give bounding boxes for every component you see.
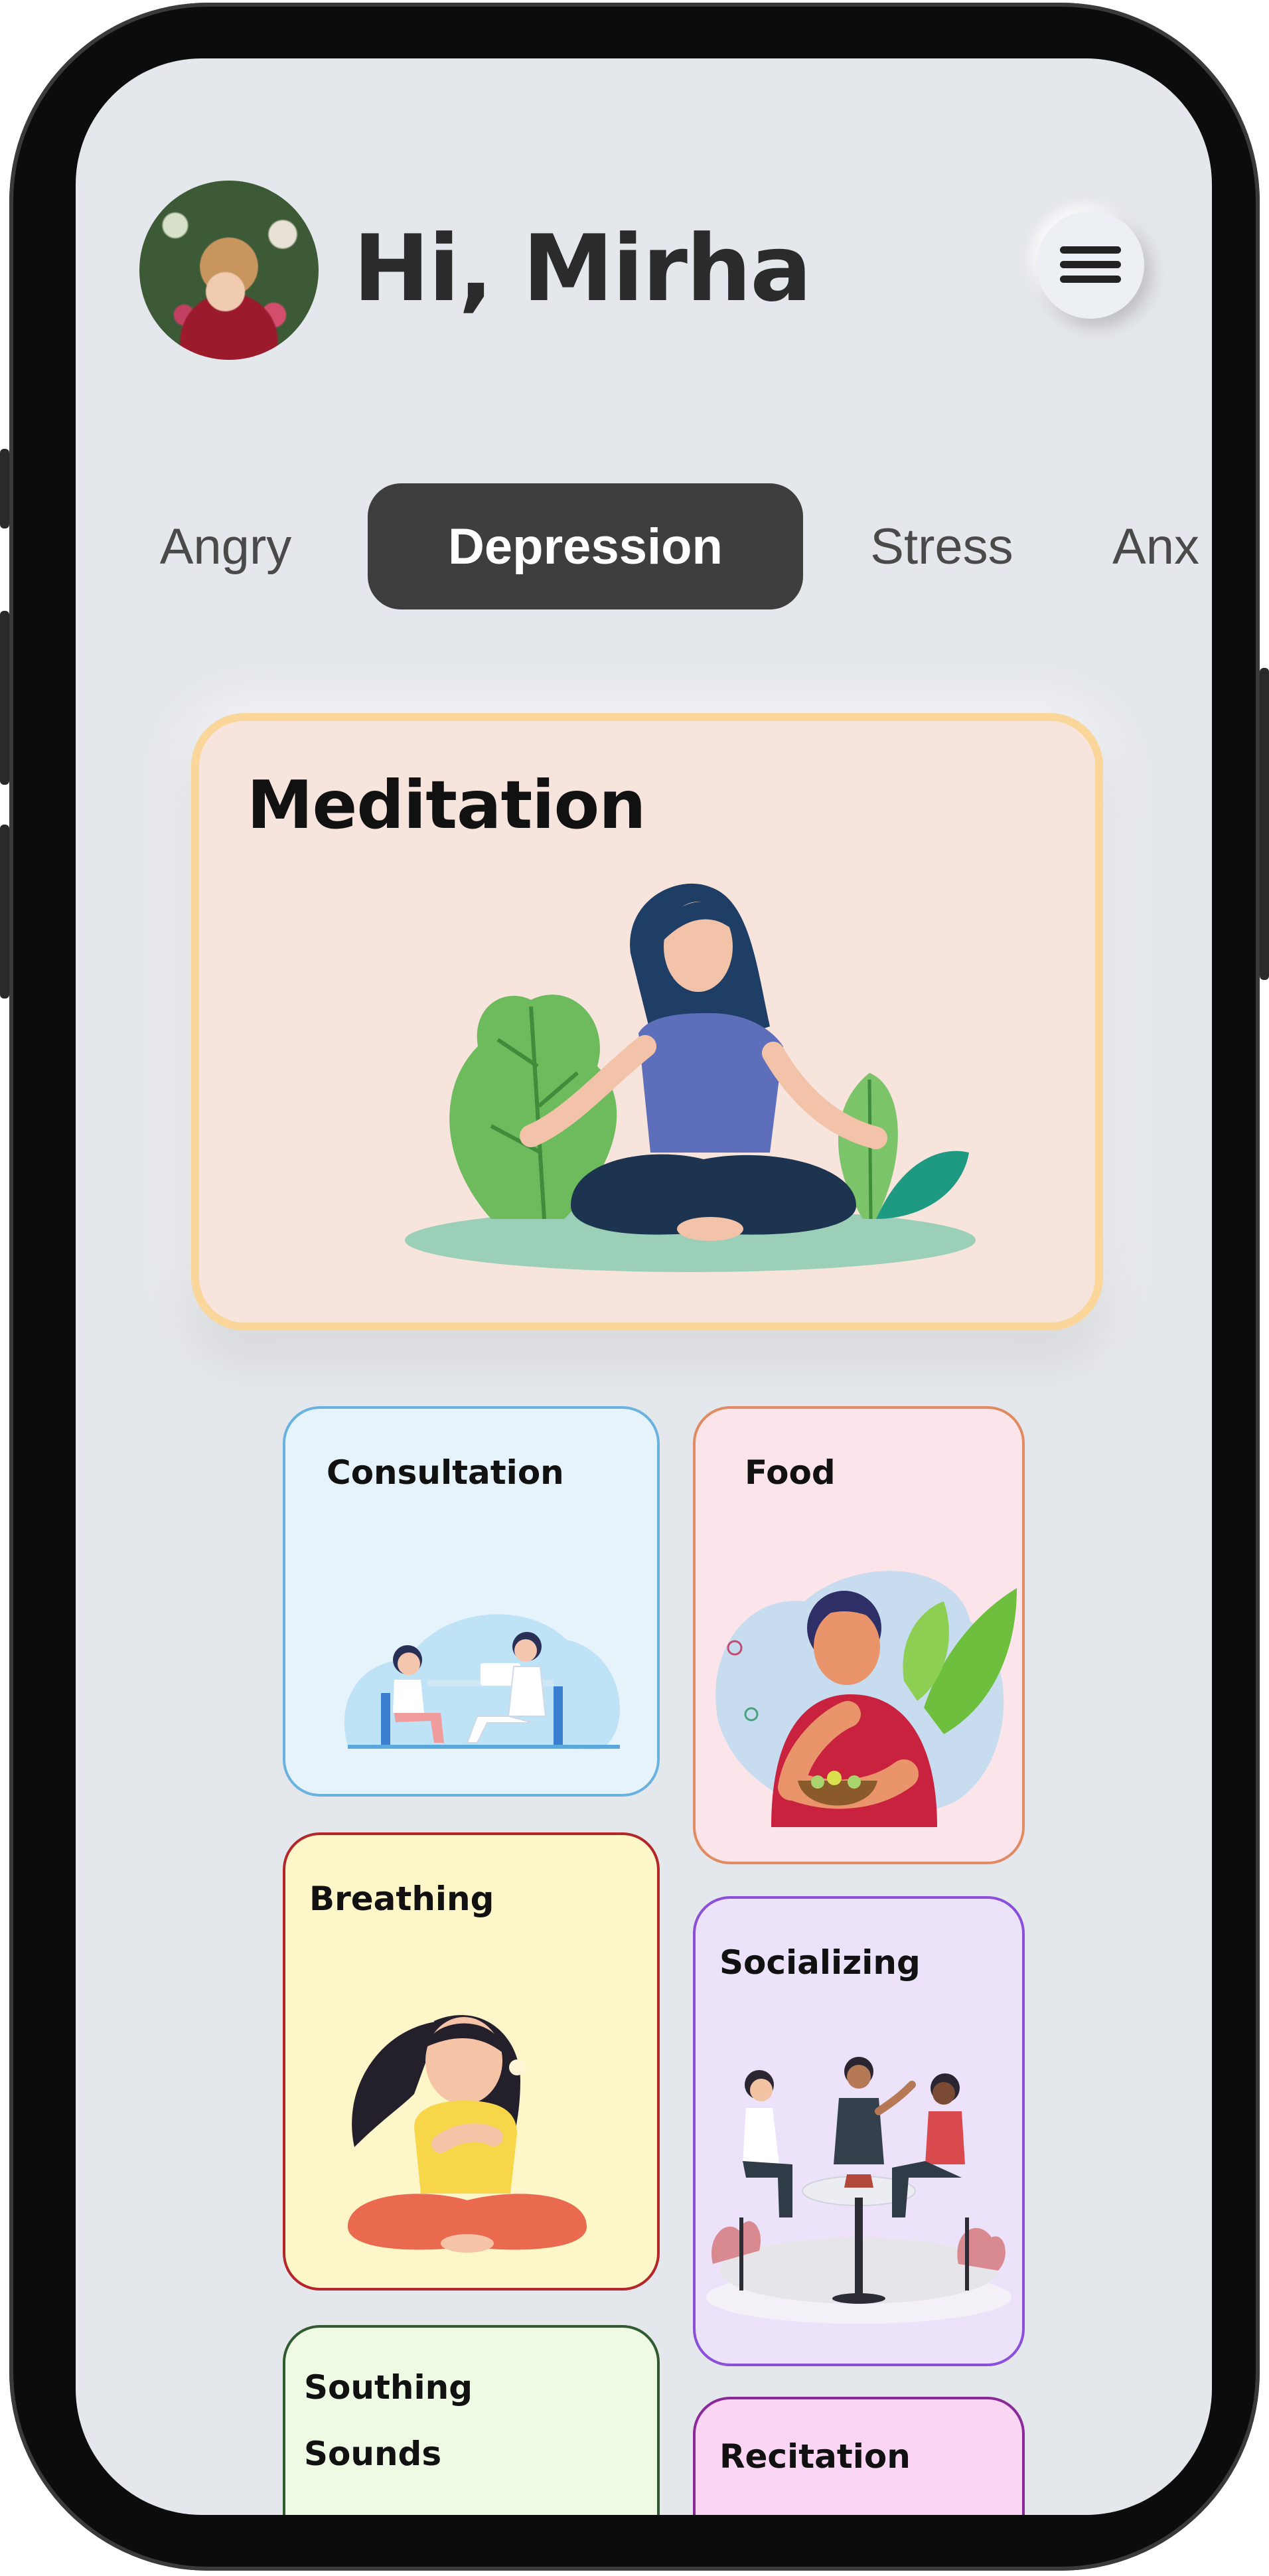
socializing-card[interactable]: Socializing (693, 1896, 1025, 2366)
breathing-card[interactable]: Breathing (283, 1832, 660, 2291)
recitation-card[interactable]: Recitation (693, 2397, 1025, 2515)
tab-depression[interactable]: Depression (368, 483, 803, 609)
woman-breathing-illustration (348, 2015, 587, 2253)
food-card[interactable]: Food (693, 1406, 1025, 1864)
volume-up-button (0, 611, 9, 785)
food-card-title: Food (745, 1453, 836, 1492)
consultation-card[interactable]: Consultation (283, 1406, 660, 1797)
hamburger-menu-icon (1060, 246, 1121, 283)
meditation-card[interactable]: Meditation (191, 713, 1103, 1330)
meditation-card-title: Meditation (247, 766, 646, 844)
tab-stress[interactable]: Stress (859, 483, 1025, 609)
app-screen: Hi, Mirha Angry Depression Stress Anx Me… (76, 58, 1212, 2515)
mute-switch (0, 449, 9, 528)
friends-at-cafe-illustration (706, 2057, 1011, 2324)
avatar[interactable] (139, 181, 319, 360)
recitation-card-title: Recitation (719, 2437, 911, 2476)
volume-down-button (0, 825, 9, 999)
soothing-sounds-title-line2: Sounds (304, 2435, 442, 2473)
socializing-card-title: Socializing (719, 1943, 921, 1982)
tab-angry[interactable]: Angry (146, 483, 305, 609)
tab-anxiety[interactable]: Anx (1112, 483, 1212, 609)
phone-frame: Hi, Mirha Angry Depression Stress Anx Me… (9, 3, 1260, 2571)
doctor-consultation-illustration (344, 1614, 620, 1749)
man-eating-salad-illustration (715, 1571, 1017, 1827)
menu-button[interactable] (1037, 211, 1144, 319)
breathing-card-title: Breathing (309, 1880, 494, 1918)
power-button (1260, 668, 1269, 980)
meditating-woman-illustration (405, 883, 976, 1272)
soothing-sounds-title-line1: Southing (304, 2368, 473, 2407)
greeting-title: Hi, Mirha (353, 215, 812, 322)
soothing-sounds-card[interactable]: Southing Sounds (283, 2325, 660, 2515)
consultation-card-title: Consultation (327, 1453, 564, 1492)
